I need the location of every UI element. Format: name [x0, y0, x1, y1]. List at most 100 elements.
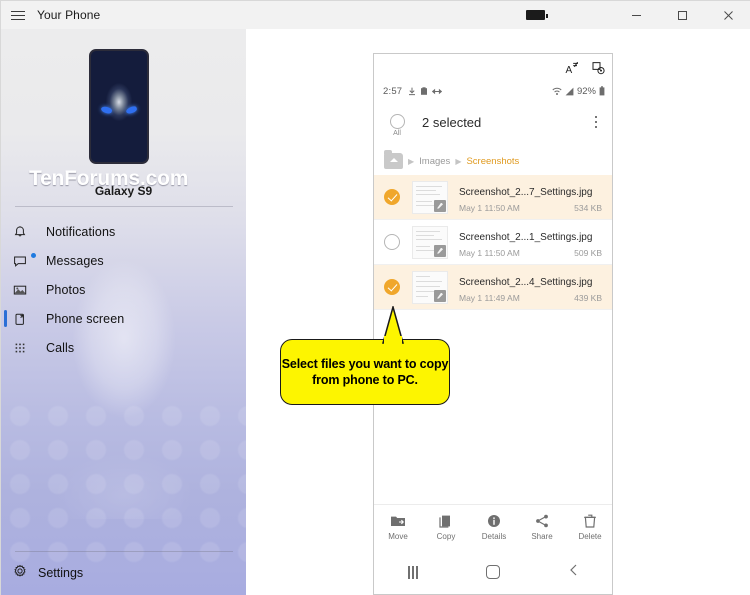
sidebar: Galaxy S9 Notifications Messages Photos … [1, 29, 246, 595]
message-badge [31, 252, 36, 258]
row-checkbox[interactable] [384, 189, 400, 205]
status-left-icons [408, 86, 443, 96]
callout-tooltip: Select files you want to copy from phone… [280, 339, 450, 405]
sidebar-item-photos[interactable]: Photos [1, 275, 246, 304]
title-bar: Your Phone [1, 1, 750, 29]
select-all-checkbox[interactable] [389, 113, 405, 129]
breadcrumb-images[interactable]: Images [419, 156, 450, 167]
message-icon [13, 252, 36, 268]
bell-icon [13, 225, 35, 239]
phone-screen-icon [13, 312, 35, 326]
file-meta: May 1 11:50 AM 509 KB [459, 248, 604, 258]
hex-pattern-backdrop [1, 399, 246, 574]
copy-button[interactable]: Copy [424, 514, 468, 541]
dialpad-icon [13, 341, 35, 355]
action-label: Share [531, 532, 553, 541]
maximize-button[interactable] [659, 1, 705, 29]
recents-icon[interactable] [408, 565, 418, 579]
sidebar-item-phone-screen[interactable]: Phone screen [1, 304, 246, 333]
status-time: 2:57 [383, 85, 403, 97]
phone-screen-mirror[interactable]: A 2:57 92% All 2 selected ▶ Images ▶ Scr… [373, 53, 613, 595]
settings-divider [15, 551, 233, 552]
phone-wallpaper-thumbnail [89, 49, 149, 164]
file-thumbnail [412, 270, 448, 304]
callout-pointer [382, 306, 404, 344]
table-row[interactable]: Screenshot_2...1_Settings.jpg May 1 11:5… [374, 220, 612, 265]
file-list: Screenshot_2...7_Settings.jpg May 1 11:5… [374, 175, 612, 310]
alien-eye-left-icon [100, 105, 113, 115]
delete-button[interactable]: Delete [568, 514, 612, 541]
sidebar-item-settings[interactable]: Settings [1, 560, 246, 586]
table-row[interactable]: Screenshot_2...4_Settings.jpg May 1 11:4… [374, 265, 612, 310]
status-right-icons: 92% [552, 86, 605, 97]
breadcrumb: ▶ Images ▶ Screenshots [374, 148, 612, 174]
font-size-icon[interactable]: A [565, 61, 579, 80]
action-label: Move [388, 532, 408, 541]
android-nav-bar [374, 550, 612, 594]
alien-eye-right-icon [125, 105, 138, 115]
action-label: Delete [578, 532, 602, 541]
sidebar-item-calls[interactable]: Calls [1, 333, 246, 362]
file-date: May 1 11:50 AM [459, 202, 520, 213]
minimize-button[interactable] [613, 1, 659, 29]
trash-icon [584, 514, 596, 528]
hamburger-menu-icon[interactable] [1, 1, 35, 29]
svg-text:A: A [566, 65, 573, 75]
file-size: 509 KB [574, 247, 602, 258]
action-label: Copy [436, 532, 456, 541]
battery-percent: 92% [576, 85, 596, 97]
sidebar-item-label: Photos [46, 282, 86, 297]
copy-icon [439, 515, 450, 528]
back-icon[interactable] [568, 563, 580, 582]
brand-watermark: TenForums.com [29, 167, 189, 190]
file-size: 439 KB [574, 292, 602, 303]
overflow-menu-icon[interactable] [588, 115, 604, 129]
file-thumbnail [412, 180, 448, 214]
wifi-icon [552, 87, 562, 95]
file-name: Screenshot_2...1_Settings.jpg [459, 231, 593, 243]
row-checkbox[interactable] [384, 279, 400, 295]
selected-count: 2 selected [422, 114, 482, 130]
clipboard-icon [421, 86, 428, 95]
app-title: Your Phone [37, 8, 101, 22]
breadcrumb-screenshots[interactable]: Screenshots [466, 156, 519, 167]
file-info: Screenshot_2...4_Settings.jpg May 1 11:4… [459, 272, 604, 303]
callout-text: Select files you want to copy from phone… [281, 357, 449, 387]
file-info: Screenshot_2...1_Settings.jpg May 1 11:5… [459, 227, 604, 258]
home-folder-icon[interactable] [384, 150, 403, 169]
close-button[interactable] [705, 1, 750, 29]
breadcrumb-separator: ▶ [408, 156, 415, 166]
select-all-control[interactable]: All [384, 113, 410, 137]
content-pane: A 2:57 92% All 2 selected ▶ Images ▶ Scr… [246, 29, 750, 595]
sidebar-divider [15, 206, 233, 207]
edit-badge-icon [434, 244, 446, 257]
file-name: Screenshot_2...4_Settings.jpg [459, 276, 593, 288]
home-icon[interactable] [485, 565, 500, 579]
battery-icon [599, 86, 605, 96]
download-icon [409, 87, 416, 95]
file-thumbnail [412, 225, 448, 259]
your-phone-window: Your Phone Galaxy S9 Notifications Messa… [0, 0, 750, 595]
edit-badge-icon [434, 289, 446, 302]
file-info: Screenshot_2...7_Settings.jpg May 1 11:5… [459, 182, 604, 213]
select-all-label: All [393, 129, 401, 137]
selection-bar: All 2 selected [374, 106, 612, 144]
battery-full-icon [526, 10, 548, 20]
file-meta: May 1 11:50 AM 534 KB [459, 203, 604, 213]
move-button[interactable]: Move [376, 514, 420, 541]
photo-icon [13, 283, 35, 297]
table-row[interactable]: Screenshot_2...7_Settings.jpg May 1 11:5… [374, 175, 612, 220]
share-icon [536, 514, 548, 528]
sidebar-item-label: Settings [38, 566, 84, 580]
file-size: 534 KB [574, 202, 602, 213]
screenshot-icon[interactable] [591, 61, 605, 80]
share-button[interactable]: Share [520, 514, 564, 541]
details-button[interactable]: Details [472, 514, 516, 541]
sidebar-item-notifications[interactable]: Notifications [1, 217, 246, 246]
sidebar-nav-list: Notifications Messages Photos Phone scre… [1, 217, 246, 362]
arrows-icon [432, 88, 443, 94]
row-checkbox[interactable] [384, 234, 400, 250]
sidebar-item-label: Messages [46, 253, 104, 268]
sidebar-item-messages[interactable]: Messages [1, 246, 246, 275]
signal-icon [565, 87, 574, 95]
